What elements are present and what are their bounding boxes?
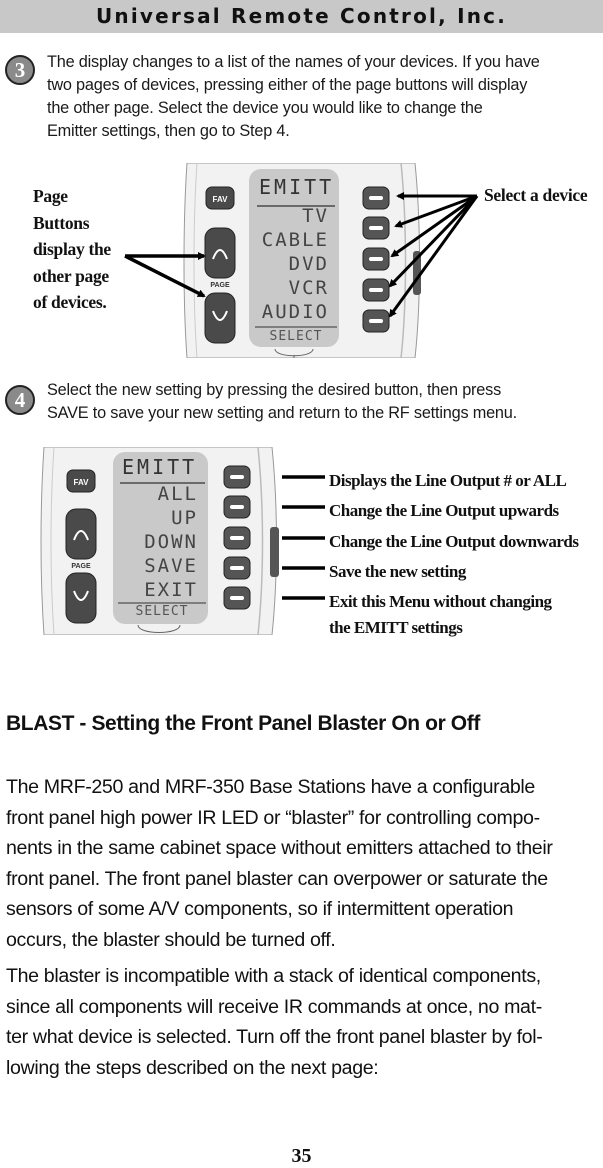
lcd-item: ALL	[157, 483, 198, 505]
fav-label: FAV	[213, 195, 229, 204]
step-3-text: The display changes to a list of the nam…	[47, 51, 540, 143]
soft-button-3[interactable]	[223, 526, 251, 550]
soft-button-1[interactable]	[223, 465, 251, 489]
lcd-title: EMITT	[259, 175, 335, 199]
callout-line: other page	[33, 265, 109, 286]
paragraph-line: lowing the steps described on the next p…	[6, 1056, 379, 1079]
soft-button-5[interactable]	[362, 309, 390, 333]
lcd-footer: SELECT	[269, 329, 323, 344]
side-button	[413, 251, 421, 295]
callout-line: Buttons	[33, 212, 90, 233]
lcd-item: SAVE	[144, 555, 198, 577]
page-label: PAGE	[71, 563, 91, 570]
callout-line: Page	[33, 186, 68, 206]
page-down-button[interactable]	[65, 572, 97, 624]
lcd-title: EMITT	[122, 455, 198, 479]
step-4-line: SAVE to save your new setting and return…	[47, 404, 517, 422]
lcd-footer: SELECT	[135, 604, 189, 619]
soft-button-1[interactable]	[362, 186, 390, 210]
lcd-item: VCR	[288, 277, 329, 299]
step-4-callouts: Displays the Line Output # or ALL Change…	[329, 466, 579, 641]
page-header: Universal Remote Control, Inc.	[0, 0, 603, 33]
lcd-item: DOWN	[144, 531, 198, 553]
callout-down: Change the Line Output downwards	[329, 531, 579, 551]
paragraph-line: nents in the same cabinet space without …	[6, 837, 553, 859]
lcd-item: CABLE	[261, 229, 329, 251]
callout-save: Save the new setting	[329, 561, 466, 581]
callout-line: of devices.	[33, 292, 107, 312]
step-4-text: Select the new setting by pressing the d…	[47, 379, 517, 425]
page-down-button[interactable]	[204, 292, 236, 344]
page-buttons-callout: Page Buttons display the other page of d…	[33, 183, 111, 316]
soft-button-2[interactable]	[362, 216, 390, 240]
step-4-line: Select the new setting by pressing the d…	[47, 381, 502, 399]
paragraph-line: The MRF-250 and MRF-350 Base Stations ha…	[6, 776, 535, 798]
step-3-line: The display changes to a list of the nam…	[47, 53, 540, 71]
step-3-line: Emitter settings, then go to Step 4.	[47, 122, 290, 140]
step-4-badge: 4	[5, 385, 35, 415]
soft-button-4[interactable]	[223, 556, 251, 580]
page-label: PAGE	[210, 282, 230, 289]
lcd-item: EXIT	[144, 579, 198, 601]
paragraph-line: front panel. The front panel blaster can…	[6, 867, 548, 890]
paragraph-line: since all components will receive IR com…	[6, 995, 542, 1018]
header-title: Universal Remote Control, Inc.	[95, 4, 508, 28]
paragraph-line: front panel high power IR LED or “blaste…	[6, 806, 540, 829]
select-device-callout: Select a device	[484, 185, 588, 205]
step-3-badge: 3	[5, 55, 35, 85]
paragraph-line: ter what device is selected. Turn off th…	[6, 1026, 543, 1048]
soft-button-2[interactable]	[223, 495, 251, 519]
callout-line: display the	[33, 239, 111, 259]
soft-button-5[interactable]	[223, 586, 251, 610]
remote-device-list: FAV PAGE EMITT TV CABLE DVD VCR AUDIO SE…	[183, 163, 423, 358]
remote-emitt-settings: FAV PAGE EMITT ALL UP DOWN SAVE EXIT SEL…	[40, 447, 282, 635]
soft-button-3[interactable]	[362, 247, 390, 271]
blast-paragraph-2: The blaster is incompatible with a stack…	[6, 961, 603, 1083]
page-up-button[interactable]	[204, 227, 236, 279]
blast-paragraph-1: The MRF-250 and MRF-350 Base Stations ha…	[6, 772, 603, 955]
lcd-item: UP	[171, 507, 198, 529]
step-3-line: the other page. Select the device you wo…	[47, 99, 483, 117]
paragraph-line: sensors of some A/V components, so if in…	[6, 898, 514, 920]
lcd-item: DVD	[288, 253, 329, 275]
lcd-item: TV	[302, 205, 329, 227]
paragraph-line: occurs, the blaster should be turned off…	[6, 928, 336, 951]
callout-exit-cont: the EMITT settings	[329, 618, 463, 638]
paragraph-line: The blaster is incompatible with a stack…	[6, 965, 541, 987]
page-up-button[interactable]	[65, 508, 97, 560]
blast-section-title: BLAST - Setting the Front Panel Blaster …	[6, 712, 480, 735]
callout-up: Change the Line Output upwards	[329, 501, 559, 521]
callout-exit: Exit this Menu without changing	[329, 592, 552, 612]
soft-button-4[interactable]	[362, 278, 390, 302]
step-3-line: two pages of devices, pressing either of…	[47, 76, 528, 94]
fav-label: FAV	[74, 478, 90, 487]
side-button	[270, 527, 279, 577]
callout-all: Displays the Line Output # or ALL	[329, 471, 567, 490]
lcd-item: AUDIO	[261, 301, 329, 323]
